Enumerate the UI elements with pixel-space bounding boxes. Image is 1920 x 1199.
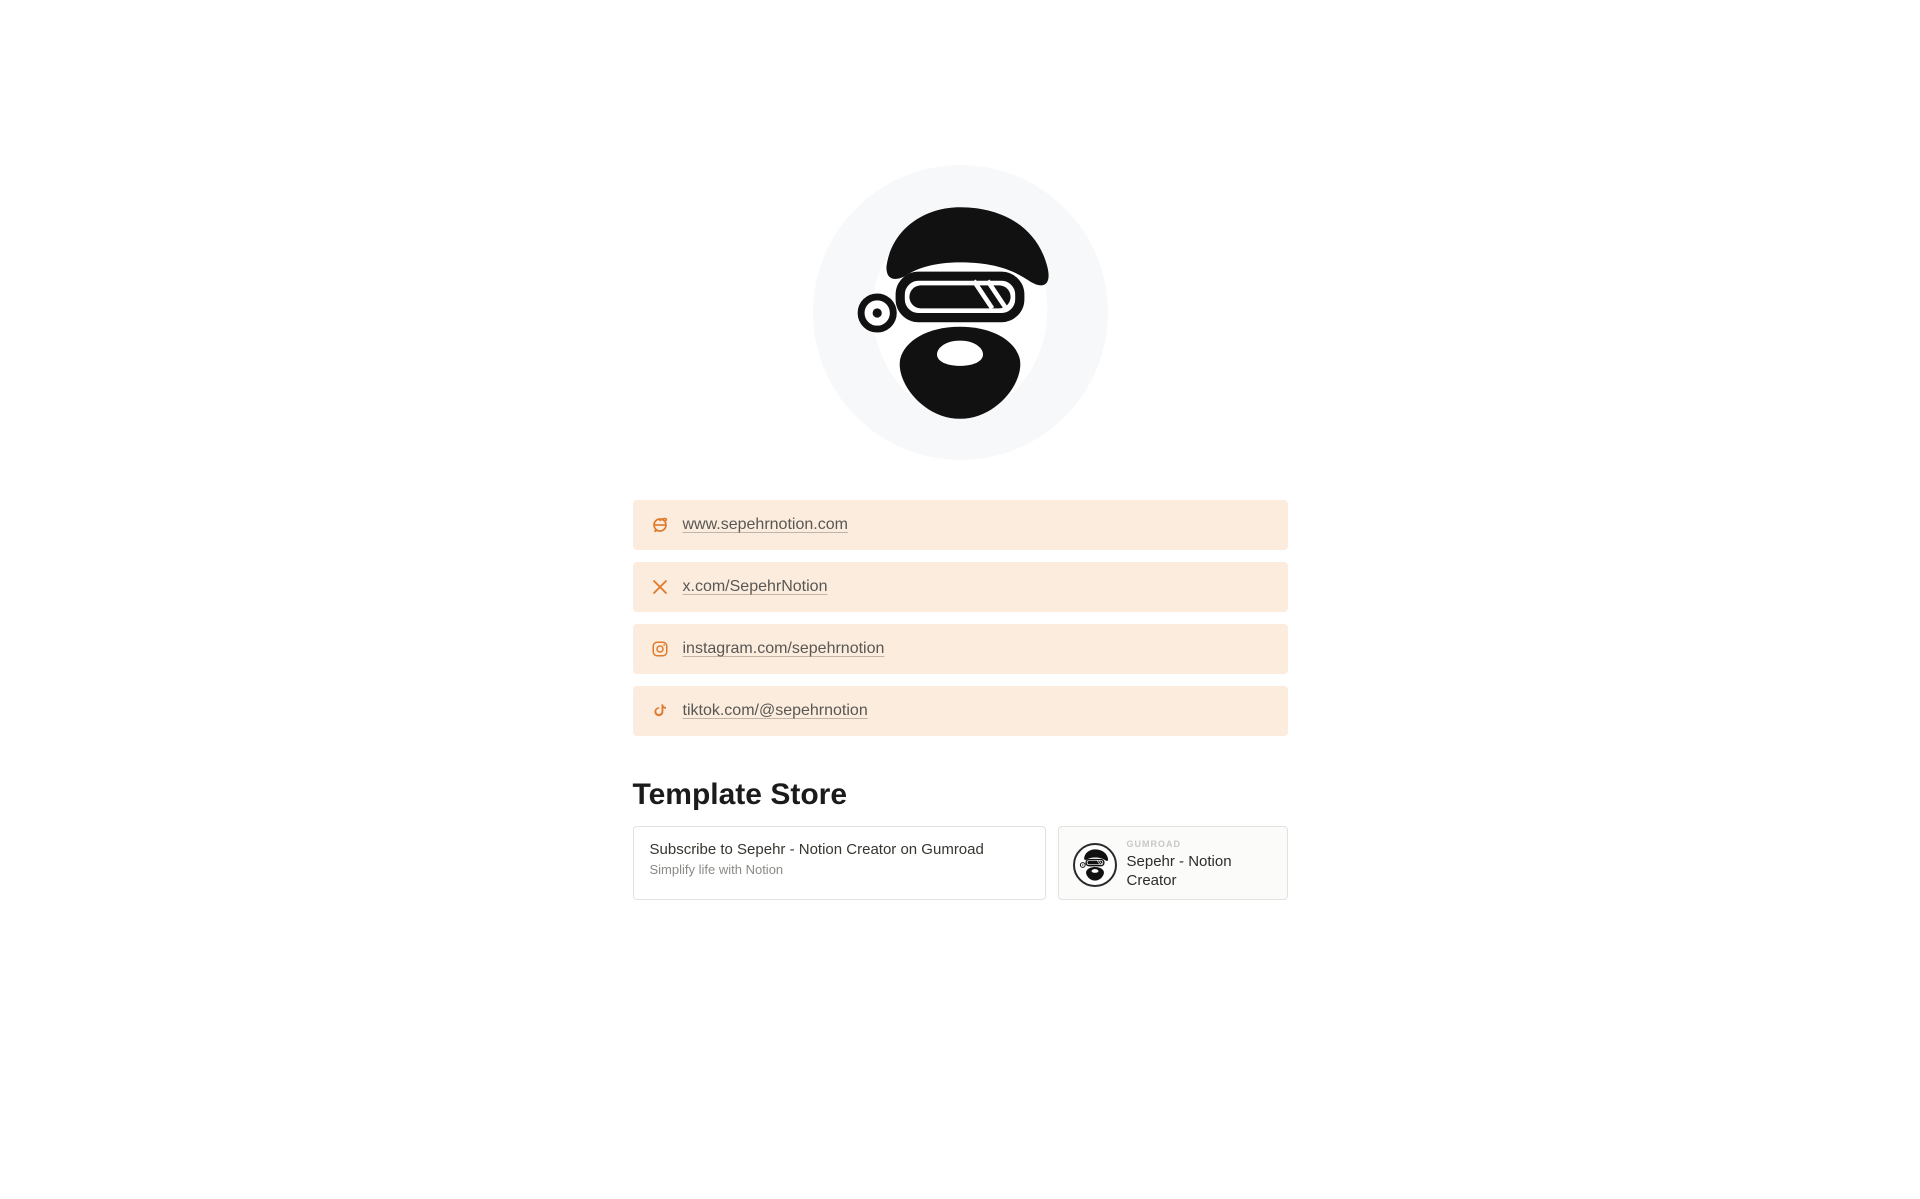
gumroad-subscribe-card[interactable]: Subscribe to Sepehr - Notion Creator on …: [633, 826, 1046, 900]
instagram-icon: [651, 640, 669, 658]
gumroad-brand-label: GUMROAD: [1127, 839, 1273, 849]
avatar-container: [633, 165, 1288, 460]
store-embed-row: Subscribe to Sepehr - Notion Creator on …: [633, 826, 1288, 900]
link-instagram[interactable]: instagram.com/sepehrnotion: [633, 624, 1288, 674]
profile-page: www.sepehrnotion.com x.com/SepehrNotion …: [633, 0, 1288, 900]
store-card-subtitle: Simplify life with Notion: [650, 862, 1029, 877]
gumroad-card-text: GUMROAD Sepehr - Notion Creator: [1127, 839, 1273, 891]
store-card-title: Subscribe to Sepehr - Notion Creator on …: [650, 841, 1029, 858]
avatar-illustration: [845, 198, 1075, 428]
section-heading-template-store: Template Store: [633, 778, 1288, 812]
social-links-list: www.sepehrnotion.com x.com/SepehrNotion …: [633, 500, 1288, 736]
link-label: tiktok.com/@sepehrnotion: [683, 702, 868, 720]
link-x[interactable]: x.com/SepehrNotion: [633, 562, 1288, 612]
gumroad-creator-name: Sepehr - Notion Creator: [1127, 853, 1273, 891]
x-icon: [651, 578, 669, 596]
link-website[interactable]: www.sepehrnotion.com: [633, 500, 1288, 550]
mini-avatar: [1073, 843, 1117, 887]
link-label: www.sepehrnotion.com: [683, 516, 848, 534]
link-label: instagram.com/sepehrnotion: [683, 640, 885, 658]
mini-avatar-illustration: [1078, 848, 1112, 882]
link-tiktok[interactable]: tiktok.com/@sepehrnotion: [633, 686, 1288, 736]
gumroad-profile-card[interactable]: GUMROAD Sepehr - Notion Creator: [1058, 826, 1288, 900]
link-label: x.com/SepehrNotion: [683, 578, 828, 596]
ie-icon: [651, 516, 669, 534]
avatar: [813, 165, 1108, 460]
tiktok-icon: [651, 702, 669, 720]
